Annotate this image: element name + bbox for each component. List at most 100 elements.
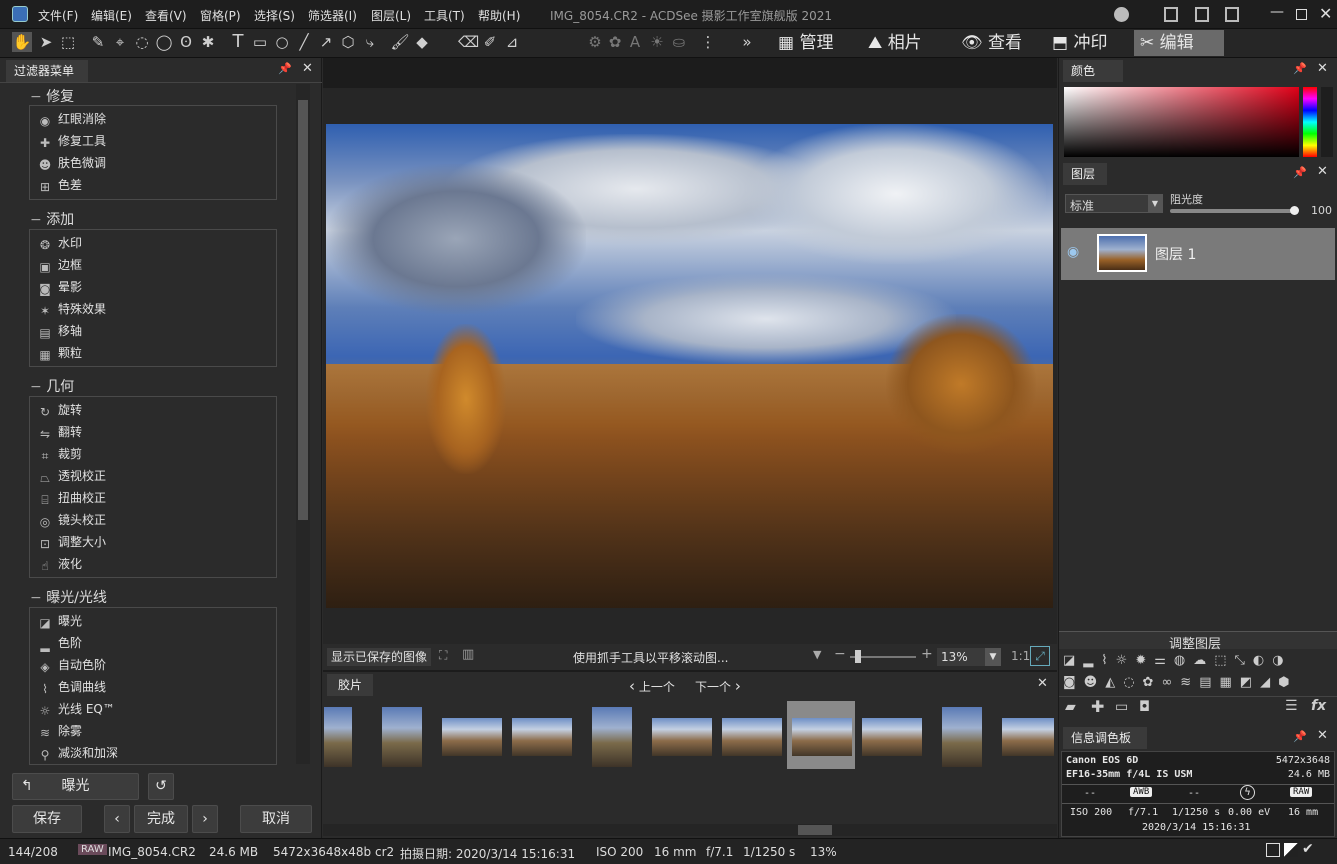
filmstrip-scrollbar[interactable] xyxy=(323,824,1057,836)
filter-watermark[interactable]: ❂ 水印 xyxy=(38,233,82,253)
panel-close-icon[interactable]: ✕ xyxy=(1317,728,1328,743)
thumbnail[interactable] xyxy=(324,707,352,767)
prev-button[interactable]: ‹ xyxy=(104,805,130,833)
opacity-slider[interactable] xyxy=(1170,209,1296,213)
thumbnail[interactable] xyxy=(652,718,712,756)
gradient-adjust-icon[interactable]: ▤ xyxy=(1199,675,1219,690)
clone-icon[interactable]: ✐ xyxy=(480,32,500,52)
view-mode-icon[interactable] xyxy=(1266,843,1280,857)
mode-photos[interactable]: ⛰ 相片 xyxy=(862,30,942,56)
tone-adjust-icon[interactable]: ◢ xyxy=(1260,675,1278,690)
noise-adjust-icon[interactable]: ✿ xyxy=(1143,675,1162,690)
photo-filter-adjust-icon[interactable]: ⬚ xyxy=(1214,653,1234,668)
pin-icon[interactable]: 📌 xyxy=(278,62,292,75)
layer-mask-icon[interactable]: ▰ xyxy=(1065,699,1076,715)
zoom-slider-thumb[interactable] xyxy=(855,650,861,663)
filmstrip-tab[interactable]: 胶片 xyxy=(327,674,373,696)
filter-tone-curve[interactable]: ⌇ 色调曲线 xyxy=(38,677,106,697)
levels-adjust-icon[interactable]: ▂ xyxy=(1083,653,1101,668)
thumbnail[interactable] xyxy=(512,718,572,756)
filter-liquify[interactable]: ☝ 液化 xyxy=(38,554,82,574)
thumbnail[interactable] xyxy=(592,707,632,767)
filter-levels[interactable]: ▂ 色阶 xyxy=(38,633,82,653)
skin-adjust-icon[interactable]: ☻ xyxy=(1084,675,1106,690)
filter-chromatic[interactable]: ⊞ 色差 xyxy=(38,175,82,195)
blend-mode-select[interactable]: 标准 ▼ xyxy=(1065,194,1163,213)
expand-icon[interactable]: » xyxy=(737,32,757,52)
eraser-icon[interactable]: ⌫ xyxy=(458,32,479,52)
thumbnail[interactable] xyxy=(1002,718,1054,756)
gear-icon[interactable]: ✿ xyxy=(605,32,625,52)
menu-help[interactable]: 帮助(H) xyxy=(478,7,520,24)
filmstrip-scroll-thumb[interactable] xyxy=(798,825,832,835)
duplicate-layer-icon[interactable]: ▭ xyxy=(1115,699,1128,715)
account-icon[interactable] xyxy=(1114,7,1129,22)
menu-select[interactable]: 选择(S) xyxy=(254,7,295,24)
pin-icon[interactable]: 📌 xyxy=(1293,730,1307,743)
adjust-icon[interactable]: ⚙ xyxy=(585,32,605,52)
camera-layer-icon[interactable]: ◘ xyxy=(1139,699,1150,715)
curves-adjust-icon[interactable]: ⌇ xyxy=(1101,653,1115,668)
filter-perspective[interactable]: ⏢ 透视校正 xyxy=(38,466,106,486)
threshold-adjust-icon[interactable]: ◩ xyxy=(1240,675,1260,690)
show-saved-button[interactable]: 显示已保存的图像 xyxy=(327,648,432,666)
thumbnail[interactable] xyxy=(792,718,852,756)
pin-icon[interactable]: 📌 xyxy=(1293,166,1307,179)
bucket-icon[interactable]: ⛀ xyxy=(669,32,689,52)
rectangle-tool-icon[interactable]: ▭ xyxy=(250,32,270,52)
filter-dehaze[interactable]: ≋ 除雾 xyxy=(38,721,82,741)
check-icon[interactable]: ✔ xyxy=(1302,841,1314,857)
menu-layer[interactable]: 图层(L) xyxy=(371,7,411,24)
filter-lens[interactable]: ◎ 镜头校正 xyxy=(38,510,106,530)
filter-special-effects[interactable]: ✶ 特殊效果 xyxy=(38,299,106,319)
filter-repair-tool[interactable]: ✚ 修复工具 xyxy=(38,131,106,151)
info-palette-tab[interactable]: 信息调色板 xyxy=(1063,727,1147,749)
left-scrollbar[interactable] xyxy=(296,84,310,764)
light-icon[interactable]: ☀ xyxy=(647,32,667,52)
color-tab[interactable]: 颜色 xyxy=(1063,60,1123,82)
bw-adjust-icon[interactable]: ◑ xyxy=(1272,653,1291,668)
save-button[interactable]: 保存 xyxy=(12,805,82,833)
color-picker-field[interactable] xyxy=(1064,87,1299,157)
hsl-adjust-icon[interactable]: ◍ xyxy=(1174,653,1193,668)
fill-icon[interactable]: ◆ xyxy=(412,32,432,52)
next-link[interactable]: 下一个 › xyxy=(695,677,741,695)
brush-select-icon[interactable]: ✎ xyxy=(88,32,108,52)
thumbnail[interactable] xyxy=(862,718,922,756)
mode-view[interactable]: 👁 查看 xyxy=(955,30,1035,56)
add-layer-icon[interactable]: ✚ xyxy=(1091,697,1104,716)
dehaze-adjust-icon[interactable]: ≋ xyxy=(1180,675,1199,690)
filter-auto-levels[interactable]: ◈ 自动色阶 xyxy=(38,655,106,675)
filter-rotate[interactable]: ↻ 旋转 xyxy=(38,400,82,420)
lasso-icon[interactable]: ʘ xyxy=(176,32,196,52)
filter-tilt-shift[interactable]: ▤ 移轴 xyxy=(38,321,82,341)
camera-adjust-icon[interactable]: ◙ xyxy=(1063,675,1084,690)
close-icon[interactable]: ✕ xyxy=(1319,4,1332,23)
menu-view[interactable]: 查看(V) xyxy=(145,7,187,24)
filter-vignette[interactable]: ◙ 晕影 xyxy=(38,277,82,297)
pointer-tool-icon[interactable]: ➤ xyxy=(36,32,56,52)
mode-develop[interactable]: ⬒ 冲印 xyxy=(1046,30,1130,56)
zoom-in-icon[interactable]: + xyxy=(921,646,933,662)
thumbnail[interactable] xyxy=(442,718,502,756)
dodge-adjust-icon[interactable]: ✹ xyxy=(1135,653,1154,668)
line-tool-icon[interactable]: ╱ xyxy=(294,32,314,52)
thumbnail[interactable] xyxy=(942,707,982,767)
text-fx-icon[interactable]: A xyxy=(625,32,645,52)
ellipse-select-icon[interactable]: ◯ xyxy=(154,32,174,52)
minimize-icon[interactable]: — xyxy=(1270,4,1284,20)
layout-left-icon[interactable] xyxy=(1164,7,1178,22)
maximize-icon[interactable] xyxy=(1296,9,1307,20)
done-button[interactable]: 完成 xyxy=(134,805,188,833)
reset-button[interactable]: ↺ xyxy=(148,773,174,800)
cancel-button[interactable]: 取消 xyxy=(240,805,312,833)
section-geometry-header[interactable]: − 几何 xyxy=(30,376,74,396)
filter-flip[interactable]: ⇋ 翻转 xyxy=(38,422,82,442)
mode-exposure-button[interactable]: ↰ 曝光 xyxy=(12,773,139,800)
layer-row[interactable]: ◉ 图层 1 xyxy=(1061,228,1335,280)
menu-pane[interactable]: 窗格(P) xyxy=(200,7,241,24)
zoom-menu-icon[interactable]: ▼ xyxy=(813,648,821,661)
prev-link[interactable]: ‹ 上一个 xyxy=(629,677,675,695)
filter-menu-tab[interactable]: 过滤器菜单 xyxy=(6,60,88,82)
menu-filter[interactable]: 筛选器(I) xyxy=(308,7,357,24)
